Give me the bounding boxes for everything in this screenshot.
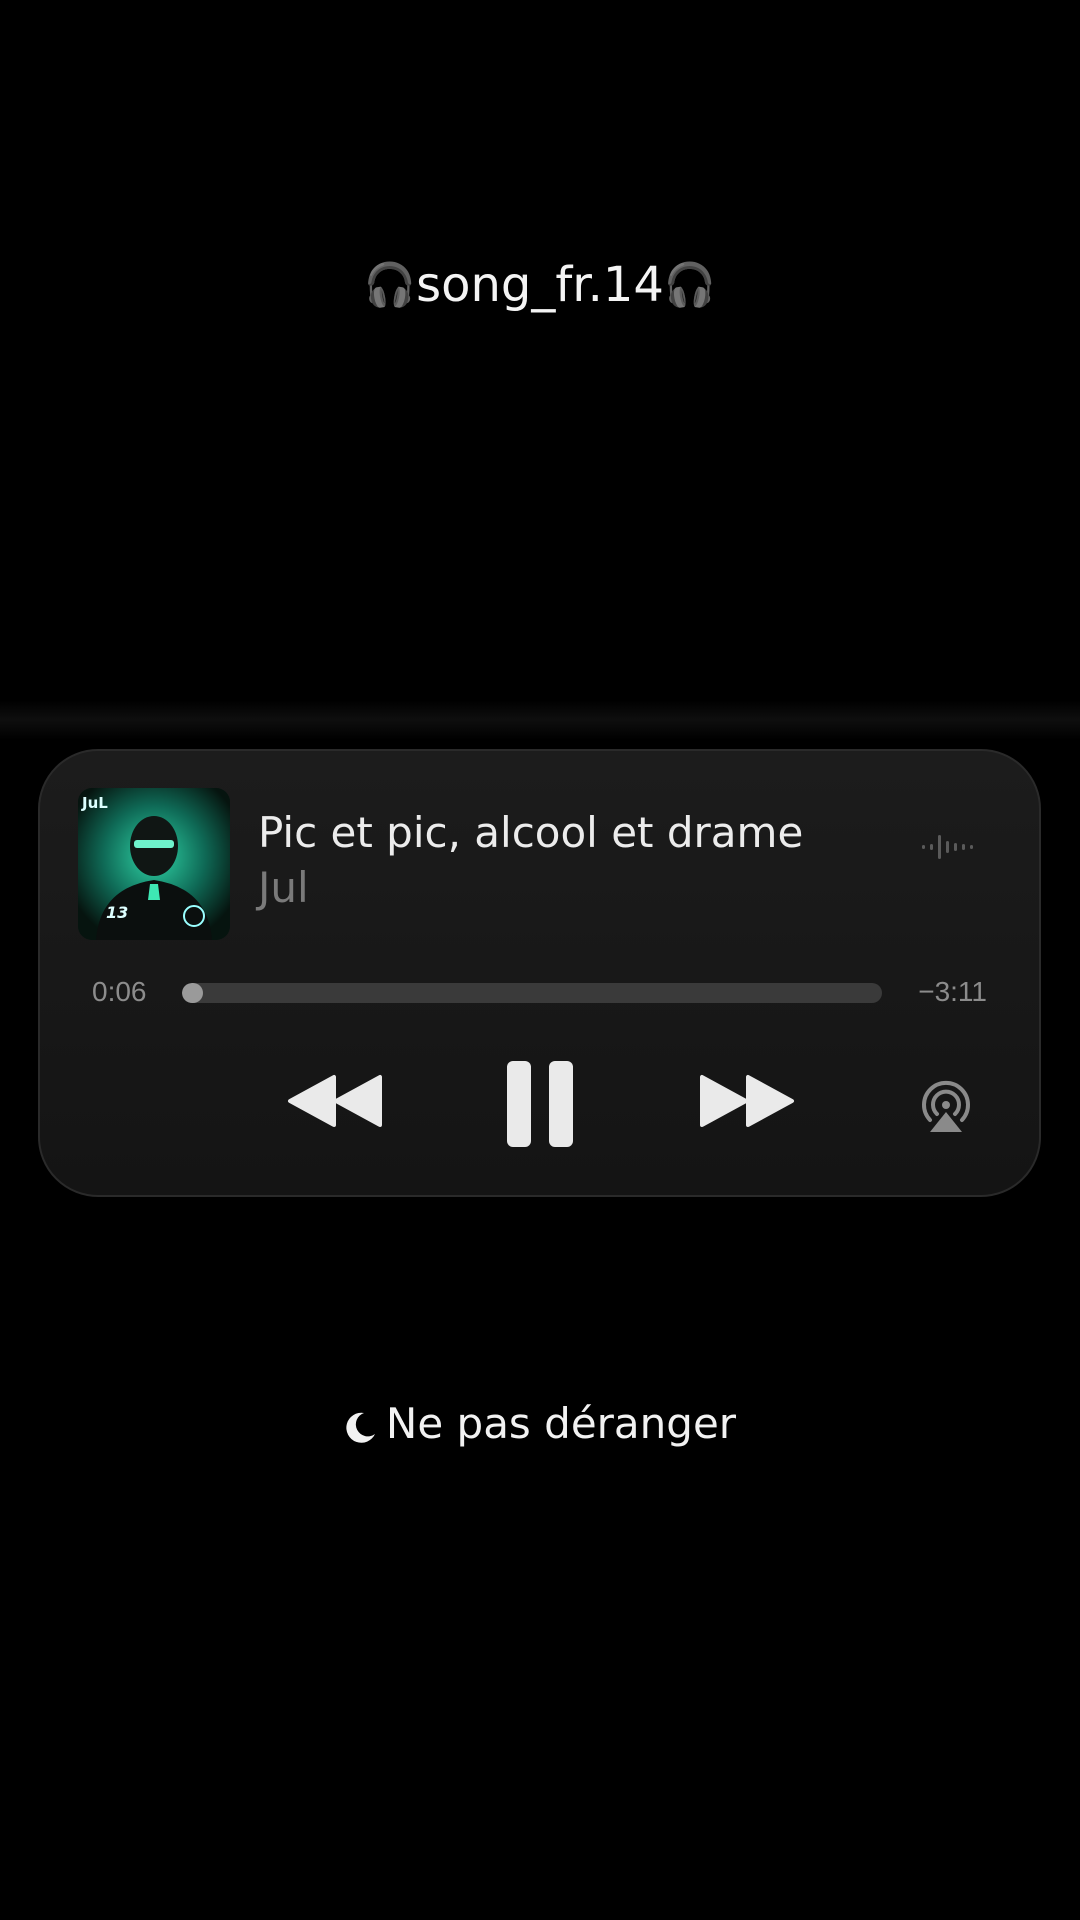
album-cover[interactable]: JuL 13 <box>78 788 230 940</box>
progress-fill <box>182 983 203 1003</box>
album-cover-art: JuL 13 <box>78 788 230 940</box>
progress-scrubber[interactable] <box>182 983 882 1003</box>
elapsed-time: 0:06 <box>92 976 147 1007</box>
artist-name: Jul <box>258 863 309 912</box>
headphones-icon: 🎧 <box>663 260 717 309</box>
focus-status: Ne pas déranger <box>0 1396 1080 1452</box>
lock-screen: 🎧song_fr.14🎧 JuL 13 Pic et pic, alcool e… <box>0 0 1080 1920</box>
track-title: Pic et pic, alcool et drame <box>258 808 804 857</box>
pause-icon[interactable] <box>505 1059 575 1149</box>
cover-logo: JuL <box>81 794 108 812</box>
airplay-icon[interactable] <box>916 1076 976 1136</box>
handle-text: song_fr.14 <box>416 257 664 313</box>
cover-number: 13 <box>106 903 128 922</box>
focus-label: Ne pas déranger <box>385 1399 737 1448</box>
background-glow <box>0 700 1080 740</box>
fast-forward-icon[interactable] <box>696 1071 796 1131</box>
account-handle: 🎧song_fr.14🎧 <box>0 255 1080 315</box>
waveform-icon <box>922 835 973 859</box>
remaining-time: −3:11 <box>918 976 987 1007</box>
headphones-icon: 🎧 <box>363 260 417 309</box>
moon-icon <box>346 1412 375 1443</box>
now-playing-widget: JuL 13 Pic et pic, alcool et drame Jul 0… <box>38 749 1041 1197</box>
rewind-icon[interactable] <box>286 1071 386 1131</box>
